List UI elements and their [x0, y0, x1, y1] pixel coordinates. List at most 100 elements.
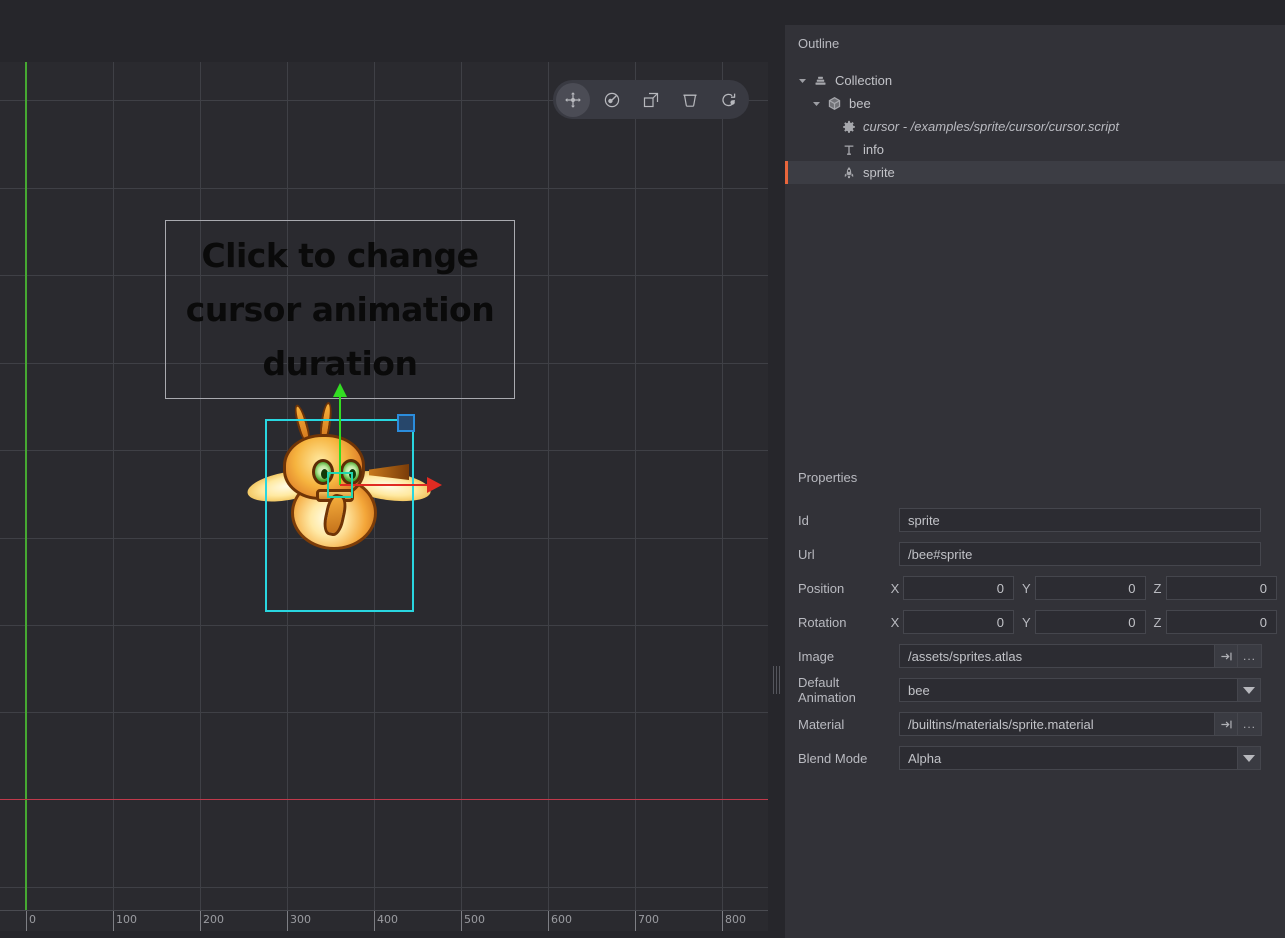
position-y-input[interactable]: 0	[1035, 576, 1146, 600]
image-label: Image	[785, 649, 899, 664]
default-animation-dropdown-button[interactable]	[1237, 678, 1261, 702]
scene-canvas[interactable]: Click to change cursor animation duratio…	[0, 62, 768, 910]
right-dock: Outline Collection	[785, 0, 1285, 938]
viewport-toolbar[interactable]	[553, 80, 749, 119]
tree-item-info[interactable]: info	[785, 138, 1285, 161]
properties-panel: Properties Id sprite Url /bee#sprite Pos…	[785, 459, 1285, 938]
gridline-horizontal	[0, 625, 768, 626]
ruler-tick-label: 800	[725, 913, 746, 926]
default-animation-select[interactable]: bee	[899, 678, 1237, 702]
chevron-down-icon[interactable]	[797, 75, 808, 86]
blend-mode-dropdown-button[interactable]	[1237, 746, 1261, 770]
tree-item-label: sprite	[863, 165, 895, 180]
position-z-input[interactable]: 0	[1166, 576, 1277, 600]
property-row-url: Url /bee#sprite	[785, 537, 1285, 571]
outline-panel: Outline Collection	[785, 25, 1285, 459]
gizmo-center-handle[interactable]	[327, 472, 353, 498]
position-x-input[interactable]: 0	[903, 576, 1014, 600]
position-y-axis-label: Y	[1022, 581, 1035, 596]
text-game-object[interactable]: Click to change cursor animation duratio…	[165, 220, 515, 399]
chevron-down-icon[interactable]	[811, 98, 822, 109]
gridline-vertical	[722, 62, 723, 910]
image-browse-button[interactable]: ...	[1238, 644, 1262, 668]
property-row-rotation: Rotation X 0 Y 0 Z 0	[785, 605, 1285, 639]
splitter-grip-icon[interactable]	[773, 666, 781, 694]
default-animation-label: Default Animation	[785, 675, 899, 705]
goto-icon[interactable]	[1215, 644, 1238, 668]
position-z-axis-label: Z	[1154, 581, 1167, 596]
info-text-line: Click to change	[186, 229, 494, 283]
gridline-vertical	[635, 62, 636, 910]
horizontal-ruler[interactable]: 0 100 200 300 400 500 600 700 800	[0, 910, 768, 932]
scale-tool-button[interactable]	[634, 83, 668, 117]
tree-item-collection[interactable]: Collection	[785, 69, 1285, 92]
y-axis-line	[25, 62, 27, 910]
goto-icon[interactable]	[1215, 712, 1238, 736]
tree-item-label: bee	[849, 96, 871, 111]
ruler-tick-label: 100	[116, 913, 137, 926]
property-row-image: Image /assets/sprites.atlas ...	[785, 639, 1285, 673]
scene-viewport[interactable]: Click to change cursor animation duratio…	[0, 0, 768, 938]
gizmo-x-axis[interactable]	[340, 484, 428, 486]
move-tool-button[interactable]	[556, 83, 590, 117]
rotation-y-axis-label: Y	[1022, 615, 1035, 630]
chevron-down-icon	[1243, 755, 1255, 762]
ruler-tick-label: 200	[203, 913, 224, 926]
ruler-tick-label: 400	[377, 913, 398, 926]
tree-item-label: cursor - /examples/sprite/cursor/cursor.…	[863, 119, 1119, 134]
properties-list: Id sprite Url /bee#sprite Position X 0 Y…	[785, 503, 1285, 775]
gridline-horizontal	[0, 188, 768, 189]
gridline-vertical	[461, 62, 462, 910]
gridline-vertical	[548, 62, 549, 910]
x-axis-line	[0, 799, 768, 800]
rotation-y-input[interactable]: 0	[1035, 610, 1146, 634]
sprite-icon	[840, 164, 857, 181]
image-input[interactable]: /assets/sprites.atlas	[899, 644, 1215, 668]
tree-item-cursor-script[interactable]: cursor - /examples/sprite/cursor/cursor.…	[785, 115, 1285, 138]
ruler-tick-label: 600	[551, 913, 572, 926]
blend-mode-label: Blend Mode	[785, 751, 899, 766]
info-text: Click to change cursor animation duratio…	[186, 229, 494, 391]
gridline-vertical	[113, 62, 114, 910]
game-object-icon	[826, 95, 843, 112]
rotation-z-input[interactable]: 0	[1166, 610, 1277, 634]
gizmo-x-arrow-icon[interactable]	[427, 477, 442, 493]
blend-mode-select[interactable]: Alpha	[899, 746, 1237, 770]
ruler-tick-label: 700	[638, 913, 659, 926]
rotation-x-axis-label: X	[891, 615, 904, 630]
delete-tool-button[interactable]	[673, 83, 707, 117]
panel-splitter[interactable]	[768, 0, 785, 938]
tree-item-label: Collection	[835, 73, 892, 88]
info-text-line: cursor animation	[186, 283, 494, 337]
rotate-tool-button[interactable]	[595, 83, 629, 117]
editor-window: Click to change cursor animation duratio…	[0, 0, 1285, 938]
id-input[interactable]: sprite	[899, 508, 1261, 532]
url-label: Url	[785, 547, 899, 562]
ruler-tick-label: 300	[290, 913, 311, 926]
url-input[interactable]: /bee#sprite	[899, 542, 1261, 566]
position-label: Position	[785, 581, 891, 596]
gridline-vertical	[200, 62, 201, 910]
rotation-x-input[interactable]: 0	[903, 610, 1014, 634]
reset-tool-button[interactable]	[712, 83, 746, 117]
property-row-id: Id sprite	[785, 503, 1285, 537]
viewport-footer	[0, 931, 768, 938]
material-browse-button[interactable]: ...	[1238, 712, 1262, 736]
property-row-position: Position X 0 Y 0 Z 0	[785, 571, 1285, 605]
outline-title: Outline	[798, 36, 839, 51]
material-input[interactable]: /builtins/materials/sprite.material	[899, 712, 1215, 736]
position-x-axis-label: X	[891, 581, 904, 596]
collection-icon	[812, 72, 829, 89]
gizmo-y-arrow-icon[interactable]	[333, 383, 347, 397]
scale-handle[interactable]	[397, 414, 415, 432]
label-icon	[840, 141, 857, 158]
outline-tree[interactable]: Collection bee	[785, 69, 1285, 184]
id-label: Id	[785, 513, 899, 528]
ruler-tick-label: 0	[29, 913, 36, 926]
ruler-tick-label: 500	[464, 913, 485, 926]
property-row-material: Material /builtins/materials/sprite.mate…	[785, 707, 1285, 741]
tree-item-bee[interactable]: bee	[785, 92, 1285, 115]
rotation-label: Rotation	[785, 615, 891, 630]
tree-item-sprite[interactable]: sprite	[785, 161, 1285, 184]
property-row-default-animation: Default Animation bee	[785, 673, 1285, 707]
